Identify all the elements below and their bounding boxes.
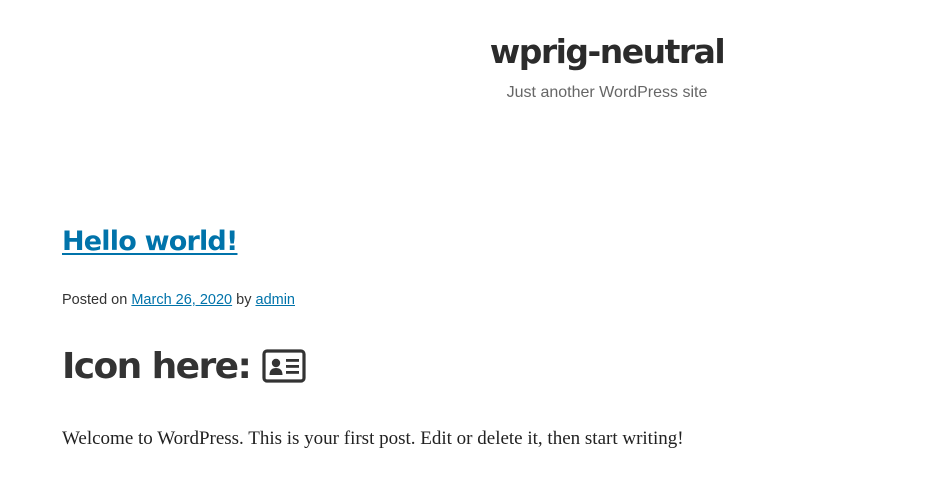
post-title: Hello world! — [62, 222, 922, 262]
post-entry: Hello world! Posted on March 26, 2020 by… — [62, 222, 922, 449]
post-date-link[interactable]: March 26, 2020 — [131, 292, 232, 308]
content-heading-text: Icon here: — [62, 346, 252, 387]
site-description: Just another WordPress site — [506, 84, 708, 101]
post-meta: Posted on March 26, 2020 by admin — [62, 290, 295, 310]
posted-on-label: Posted on — [62, 292, 128, 308]
post-author-link[interactable]: admin — [256, 292, 296, 308]
site-title[interactable]: wprig-neutral — [462, 30, 752, 74]
post-title-link[interactable]: Hello world! — [62, 226, 238, 257]
content-heading: Icon here: — [62, 344, 306, 390]
id-card-icon — [262, 349, 306, 383]
content-paragraph: Welcome to WordPress. This is your first… — [62, 428, 684, 449]
by-label: by — [236, 292, 252, 308]
